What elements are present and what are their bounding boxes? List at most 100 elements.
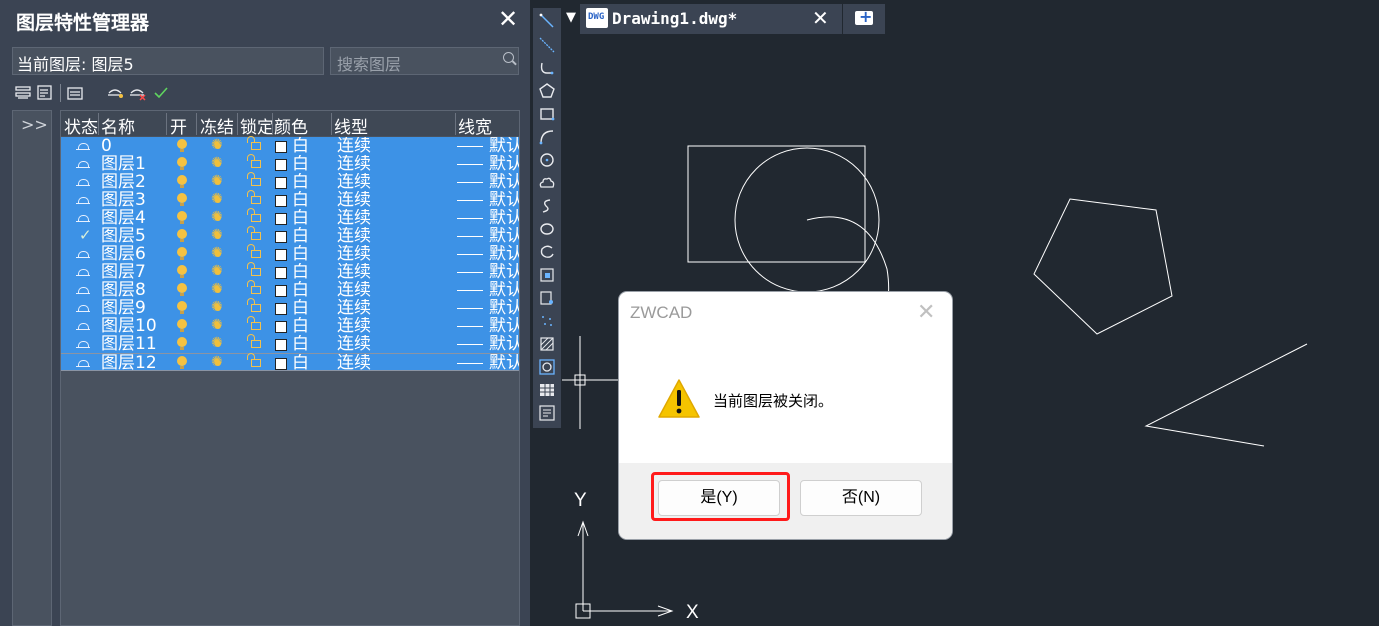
layer-lineweight[interactable]: 默认 bbox=[489, 137, 519, 155]
layer-on-bulb-icon[interactable] bbox=[177, 283, 187, 296]
filter-tree-expander[interactable]: >> bbox=[12, 110, 52, 626]
layer-unlock-icon[interactable] bbox=[247, 208, 261, 222]
search-icon[interactable] bbox=[503, 52, 514, 63]
new-layer-frozen-icon[interactable] bbox=[36, 84, 56, 102]
revcloud-icon[interactable] bbox=[538, 174, 556, 192]
mtext-icon[interactable] bbox=[538, 404, 556, 422]
layer-linetype[interactable]: 连续 bbox=[337, 209, 371, 227]
layer-color-name[interactable]: 白 bbox=[292, 137, 309, 155]
layer-unlock-icon[interactable] bbox=[247, 262, 261, 276]
layer-unlock-icon[interactable] bbox=[247, 172, 261, 186]
layer-row[interactable]: 图层12 白 连续 默认 bbox=[61, 353, 519, 372]
expand-icon[interactable]: >> bbox=[21, 115, 48, 134]
layer-lineweight[interactable]: 默认 bbox=[489, 173, 519, 191]
layer-unlock-icon[interactable] bbox=[247, 298, 261, 312]
layer-linetype[interactable]: 连续 bbox=[337, 299, 371, 317]
layer-linetype[interactable]: 连续 bbox=[337, 191, 371, 209]
point-icon[interactable] bbox=[538, 312, 556, 330]
drawn-rectangle[interactable] bbox=[687, 145, 866, 263]
panel-close-icon[interactable]: ✕ bbox=[498, 5, 518, 33]
header-freeze[interactable]: 冻结 bbox=[200, 113, 236, 138]
dialog-close-icon[interactable]: ✕ bbox=[917, 300, 935, 325]
layer-thaw-sun-icon[interactable] bbox=[211, 353, 225, 371]
layer-on-bulb-icon[interactable] bbox=[177, 211, 187, 224]
layer-color-swatch[interactable] bbox=[275, 267, 287, 279]
layer-unlock-icon[interactable] bbox=[247, 353, 261, 367]
layer-name[interactable]: 图层7 bbox=[101, 263, 165, 281]
layer-color-name[interactable]: 白 bbox=[292, 335, 309, 353]
layer-row[interactable]: 图层8 白 连续 默认 bbox=[61, 280, 519, 299]
layer-row[interactable]: 图层6 白 连续 默认 bbox=[61, 244, 519, 263]
table-icon[interactable] bbox=[538, 381, 556, 399]
layer-color-name[interactable]: 白 bbox=[292, 245, 309, 263]
layer-row[interactable]: 图层2 白 连续 默认 bbox=[61, 172, 519, 191]
layer-lineweight[interactable]: 默认 bbox=[489, 354, 519, 372]
new-drawing-tab-button[interactable] bbox=[843, 4, 885, 34]
layer-thaw-sun-icon[interactable] bbox=[211, 334, 225, 352]
layer-name[interactable]: 图层10 bbox=[101, 317, 165, 335]
layer-lineweight[interactable]: 默认 bbox=[489, 155, 519, 173]
layer-color-name[interactable]: 白 bbox=[292, 227, 309, 245]
header-divider[interactable] bbox=[331, 113, 332, 135]
layer-thaw-sun-icon[interactable] bbox=[211, 172, 225, 190]
layer-color-swatch[interactable] bbox=[275, 213, 287, 225]
layer-lineweight[interactable]: 默认 bbox=[489, 335, 519, 353]
layer-color-name[interactable]: 白 bbox=[292, 263, 309, 281]
layer-thaw-sun-icon[interactable] bbox=[211, 280, 225, 298]
layer-color-name[interactable]: 白 bbox=[292, 155, 309, 173]
make-block-icon[interactable] bbox=[538, 289, 556, 307]
layer-row[interactable]: 图层1 白 连续 默认 bbox=[61, 154, 519, 173]
layer-on-bulb-icon[interactable] bbox=[177, 175, 187, 188]
layer-unlock-icon[interactable] bbox=[247, 154, 261, 168]
layer-color-name[interactable]: 白 bbox=[292, 209, 309, 227]
layer-thaw-sun-icon[interactable] bbox=[211, 316, 225, 334]
layer-name[interactable]: 图层9 bbox=[101, 299, 165, 317]
no-button[interactable]: 否(N) bbox=[800, 480, 922, 516]
layer-thaw-sun-icon[interactable] bbox=[211, 262, 225, 280]
layer-on-bulb-icon[interactable] bbox=[177, 193, 187, 206]
tab-close-icon[interactable]: ✕ bbox=[812, 6, 829, 30]
polygon-icon[interactable] bbox=[538, 82, 556, 100]
ellipse-arc-icon[interactable] bbox=[538, 243, 556, 261]
layer-row[interactable]: 0 白 连续 默认 bbox=[61, 136, 519, 155]
layer-unlock-icon[interactable] bbox=[247, 136, 261, 150]
delete-layer-icon[interactable] bbox=[128, 84, 148, 102]
layer-name[interactable]: 0 bbox=[101, 137, 165, 155]
layer-lineweight[interactable]: 默认 bbox=[489, 191, 519, 209]
layer-name[interactable]: 图层3 bbox=[101, 191, 165, 209]
layer-name[interactable]: 图层2 bbox=[101, 173, 165, 191]
layer-color-swatch[interactable] bbox=[275, 285, 287, 297]
set-current-check-icon[interactable] bbox=[152, 84, 172, 102]
layer-color-name[interactable]: 白 bbox=[292, 173, 309, 191]
layer-linetype[interactable]: 连续 bbox=[337, 335, 371, 353]
layer-unlock-icon[interactable] bbox=[247, 226, 261, 240]
layer-thaw-sun-icon[interactable] bbox=[211, 154, 225, 172]
header-linetype[interactable]: 线型 bbox=[334, 113, 368, 138]
layer-row[interactable]: ✓ 图层5 白 连续 默认 bbox=[61, 226, 519, 245]
layer-name[interactable]: 图层4 bbox=[101, 209, 165, 227]
drawn-polyline[interactable] bbox=[1144, 343, 1308, 447]
header-divider[interactable] bbox=[272, 113, 273, 135]
layer-lineweight[interactable]: 默认 bbox=[489, 263, 519, 281]
layer-on-bulb-icon[interactable] bbox=[177, 157, 187, 170]
layer-linetype[interactable]: 连续 bbox=[337, 155, 371, 173]
layer-linetype[interactable]: 连续 bbox=[337, 281, 371, 299]
layer-row[interactable]: 图层10 白 连续 默认 bbox=[61, 316, 519, 335]
layer-on-bulb-icon[interactable] bbox=[177, 301, 187, 314]
layer-thaw-sun-icon[interactable] bbox=[211, 298, 225, 316]
tab-drawing1[interactable]: DWG Drawing1.dwg* ✕ bbox=[580, 4, 842, 34]
region-icon[interactable] bbox=[538, 358, 556, 376]
header-divider[interactable] bbox=[455, 113, 456, 135]
layer-thaw-sun-icon[interactable] bbox=[211, 190, 225, 208]
layer-color-swatch[interactable] bbox=[275, 321, 287, 333]
layer-linetype[interactable]: 连续 bbox=[337, 137, 371, 155]
layer-unlock-icon[interactable] bbox=[247, 334, 261, 348]
set-current-off-icon[interactable] bbox=[106, 84, 126, 102]
drawn-pentagon[interactable] bbox=[1033, 198, 1173, 335]
layer-name[interactable]: 图层5 bbox=[101, 227, 165, 245]
layer-lineweight[interactable]: 默认 bbox=[489, 281, 519, 299]
layer-unlock-icon[interactable] bbox=[247, 244, 261, 258]
layer-unlock-icon[interactable] bbox=[247, 190, 261, 204]
layer-states-icon[interactable] bbox=[66, 84, 86, 102]
header-color[interactable]: 颜色 bbox=[274, 113, 308, 138]
